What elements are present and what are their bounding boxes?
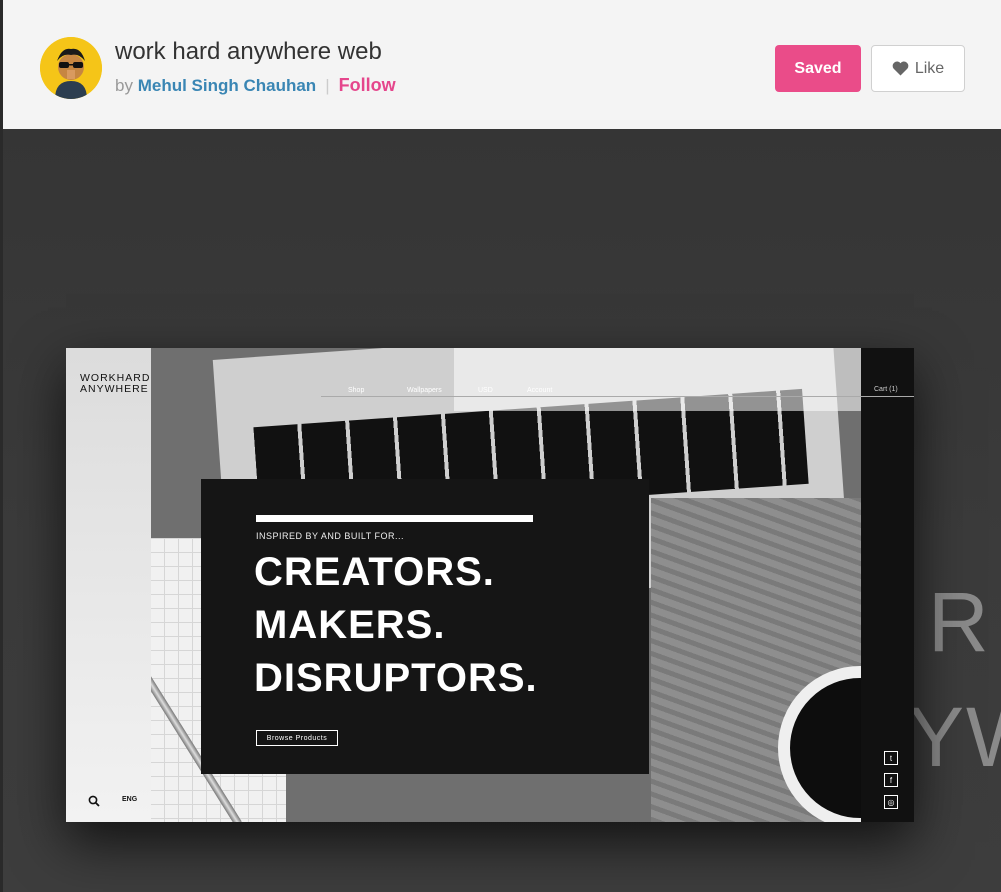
background-text-yw: YW bbox=[908, 690, 1001, 784]
headline-line-3: DISRUPTORS. bbox=[254, 656, 538, 700]
saved-button[interactable]: Saved bbox=[775, 45, 861, 92]
hero-headline: CREATORS. MAKERS. DISRUPTORS. bbox=[254, 546, 538, 705]
logo-line-2: ANYWHERE bbox=[80, 383, 149, 395]
author-avatar[interactable] bbox=[40, 37, 102, 99]
hero-bar bbox=[256, 515, 533, 522]
shot-stage: R YW WORKHARD ANYWHERE Shop Wallpapers U… bbox=[3, 129, 1001, 892]
byline-separator: | bbox=[325, 76, 330, 95]
nav-wallpapers[interactable]: Wallpapers bbox=[407, 387, 442, 394]
nav-shop[interactable]: Shop bbox=[348, 387, 364, 394]
shot-left-panel: WORKHARD ANYWHERE bbox=[66, 348, 151, 822]
heart-icon bbox=[892, 61, 909, 76]
instagram-icon[interactable]: ◎ bbox=[884, 795, 898, 809]
hero-box: INSPIRED BY AND BUILT FOR... CREATORS. M… bbox=[201, 479, 649, 774]
hero-kicker: INSPIRED BY AND BUILT FOR... bbox=[256, 531, 405, 541]
shot-image[interactable]: WORKHARD ANYWHERE Shop Wallpapers USD Ac… bbox=[66, 348, 914, 822]
byline: by Mehul Singh Chauhan | Follow bbox=[115, 75, 396, 96]
search-icon[interactable] bbox=[88, 794, 100, 812]
like-label: Like bbox=[914, 59, 945, 77]
follow-link[interactable]: Follow bbox=[339, 75, 396, 95]
by-label: by bbox=[115, 76, 133, 95]
headline-line-1: CREATORS. bbox=[254, 550, 495, 594]
shot-top-panel bbox=[454, 348, 861, 411]
shot-title: work hard anywhere web bbox=[115, 38, 382, 65]
browse-products-button[interactable]: Browse Products bbox=[256, 730, 338, 746]
facebook-icon[interactable]: f bbox=[884, 773, 898, 787]
cart-link[interactable]: Cart (1) bbox=[874, 386, 898, 393]
nav-account[interactable]: Account bbox=[527, 387, 552, 394]
twitter-icon[interactable]: t bbox=[884, 751, 898, 765]
workhard-logo[interactable]: WORKHARD ANYWHERE bbox=[80, 373, 150, 395]
nav-usd[interactable]: USD bbox=[478, 387, 493, 394]
background-text-r: R bbox=[928, 575, 991, 669]
shot-header: work hard anywhere web by Mehul Singh Ch… bbox=[3, 0, 1001, 129]
language-selector[interactable]: ENG bbox=[122, 796, 137, 803]
nav-divider bbox=[321, 396, 914, 397]
like-button[interactable]: Like bbox=[871, 45, 965, 92]
author-link[interactable]: Mehul Singh Chauhan bbox=[138, 76, 317, 95]
headline-line-2: MAKERS. bbox=[254, 603, 446, 647]
